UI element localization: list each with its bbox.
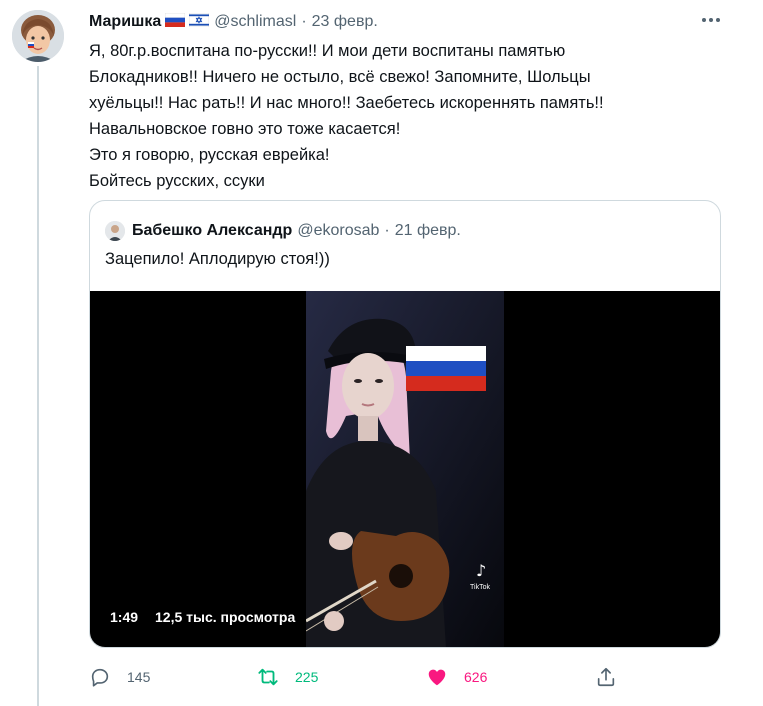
reply-count: 145 <box>127 669 151 685</box>
tweet-text: Я, 80г.р.воспитана по-русски!! И мои дет… <box>89 38 709 194</box>
more-icon <box>702 18 720 22</box>
retweet-count: 225 <box>295 669 319 685</box>
tweet[interactable]: Маришка @schlimasl · 23 февр. Я, 80г.р.в… <box>0 0 763 706</box>
video-frame-image: ♪ TikTok <box>306 291 504 647</box>
like-count: 626 <box>464 669 488 685</box>
tweet-text-line: Навальновское говно это тоже касается! <box>89 120 401 138</box>
tweet-text-line: Блокадников!! Ничего не остыло, всё свеж… <box>89 68 591 86</box>
russia-flag-icon <box>165 12 186 32</box>
quoted-text: Зацепило! Аплодирую стоя!)) <box>105 250 330 268</box>
reply-icon <box>91 668 109 687</box>
more-options-button[interactable] <box>698 10 724 30</box>
tweet-header: Маришка @schlimasl · 23 февр. <box>89 11 378 33</box>
tweet-text-line: Я, 80г.р.воспитана по-русски!! И мои дет… <box>89 42 566 60</box>
quoted-author-name: Бабешко Александр <box>132 222 293 239</box>
author-avatar[interactable] <box>12 10 64 62</box>
israel-flag-icon <box>189 12 210 32</box>
author-handle[interactable]: @schlimasl <box>214 13 296 31</box>
quoted-date: 21 февр. <box>394 222 461 239</box>
author-name[interactable]: Маришка <box>89 13 161 31</box>
quoted-tweet[interactable]: Бабешко Александр @ekorosab · 21 февр. З… <box>89 200 721 648</box>
quoted-header: Бабешко Александр @ekorosab · 21 февр. <box>132 220 461 242</box>
share-icon <box>597 667 615 687</box>
separator-dot: · <box>301 13 307 30</box>
heart-icon <box>428 669 446 686</box>
svg-text:♪: ♪ <box>476 561 486 580</box>
like-button[interactable]: 626 <box>426 661 487 693</box>
tweet-text-line: Бойтесь русских, ссуки <box>89 172 265 190</box>
action-bar: 145 225 626 <box>89 661 629 693</box>
video-player[interactable]: ♪ TikTok 1:49 12,5 тыс. просмотра <box>90 291 720 647</box>
tweet-date[interactable]: 23 февр. <box>312 13 378 31</box>
tiktok-watermark: TikTok <box>470 584 490 591</box>
thread-line <box>37 66 39 706</box>
retweet-icon <box>258 668 278 686</box>
video-duration: 1:49 <box>110 609 139 625</box>
quoted-author-handle: @ekorosab <box>297 222 380 239</box>
video-thumbnail[interactable]: ♪ TikTok <box>306 291 504 647</box>
reply-button[interactable]: 145 <box>89 661 150 693</box>
share-button[interactable] <box>595 661 617 693</box>
separator-dot: · <box>384 222 390 239</box>
retweet-button[interactable]: 225 <box>257 661 318 693</box>
tweet-text-line: хуёльцы!! Нас рать!! И нас много!! Заебе… <box>89 94 604 112</box>
video-views: 12,5 тыс. просмотра <box>155 609 296 625</box>
quoted-author-avatar[interactable] <box>105 221 125 241</box>
tweet-text-line: Это я говорю, русская еврейка! <box>89 146 330 164</box>
